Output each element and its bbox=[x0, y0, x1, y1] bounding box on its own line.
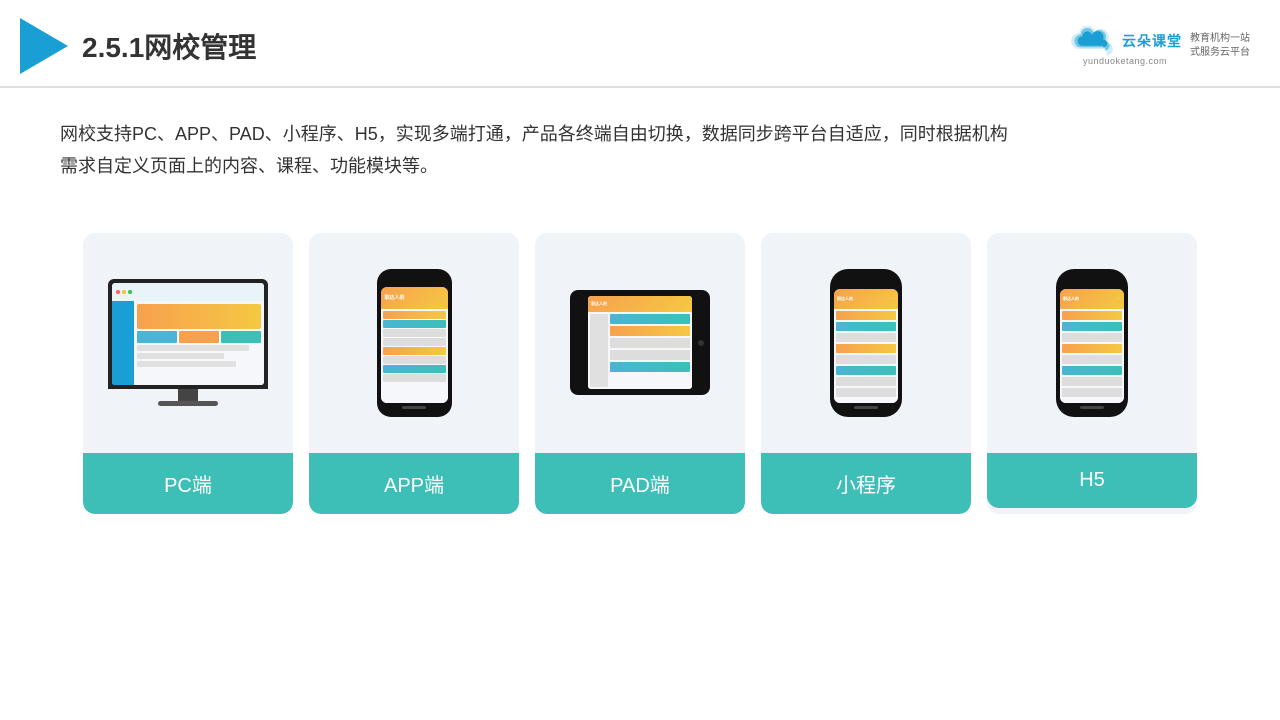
card-miniprogram-image: 职达人的 ··· bbox=[761, 233, 971, 453]
brand-logo-icon: 云朵课堂 bbox=[1068, 26, 1182, 56]
brand-tagline-line2: 式服务云平台 bbox=[1190, 46, 1250, 60]
description-text: 网校支持PC、APP、PAD、小程序、H5，实现多端打通，产品各终端自由切换，数… bbox=[0, 88, 1280, 203]
cards-container: PC端 职达人的 bbox=[0, 213, 1280, 544]
pad-tablet-icon: 职达人的 bbox=[570, 290, 710, 395]
card-pc: PC端 bbox=[83, 233, 293, 514]
h5-phone-icon: 职达人的 ··· bbox=[1056, 269, 1128, 417]
app-phone-icon: 职达人的 bbox=[377, 269, 452, 417]
brand-tagline-line1: 教育机构一站 bbox=[1190, 32, 1250, 46]
card-app-label: APP端 bbox=[309, 453, 519, 514]
card-miniprogram-label: 小程序 bbox=[761, 453, 971, 514]
header: 2.5.1网校管理 云朵课堂 yunduoketang.com 教育机构一站 式… bbox=[0, 0, 1280, 88]
page-title: 2.5.1网校管理 bbox=[82, 26, 256, 66]
card-app-image: 职达人的 bbox=[309, 233, 519, 453]
cloud-icon bbox=[1068, 26, 1116, 56]
card-pad: 职达人的 bbox=[535, 233, 745, 514]
card-pad-image: 职达人的 bbox=[535, 233, 745, 453]
card-app: 职达人的 bbox=[309, 233, 519, 514]
header-left: 2.5.1网校管理 bbox=[20, 18, 256, 74]
card-pc-image bbox=[83, 233, 293, 453]
brand-name-en: yunduoketang.com bbox=[1083, 56, 1167, 66]
card-h5-label: H5 bbox=[987, 453, 1197, 508]
card-h5-image: 职达人的 ··· bbox=[987, 233, 1197, 453]
miniprogram-phone-icon: 职达人的 ··· bbox=[830, 269, 902, 417]
logo-triangle-icon bbox=[20, 18, 68, 74]
card-h5: 职达人的 ··· bbox=[987, 233, 1197, 514]
card-pad-label: PAD端 bbox=[535, 453, 745, 514]
brand-tagline: 教育机构一站 式服务云平台 bbox=[1190, 32, 1250, 60]
header-right: 云朵课堂 yunduoketang.com 教育机构一站 式服务云平台 bbox=[1068, 26, 1250, 66]
description-paragraph: 网校支持PC、APP、PAD、小程序、H5，实现多端打通，产品各终端自由切换，数… bbox=[60, 118, 1220, 183]
brand-logo: 云朵课堂 yunduoketang.com bbox=[1068, 26, 1182, 66]
card-miniprogram: 职达人的 ··· bbox=[761, 233, 971, 514]
card-pc-label: PC端 bbox=[83, 453, 293, 514]
brand-name-cn: 云朵课堂 bbox=[1122, 31, 1182, 51]
pc-device-icon bbox=[108, 279, 268, 406]
